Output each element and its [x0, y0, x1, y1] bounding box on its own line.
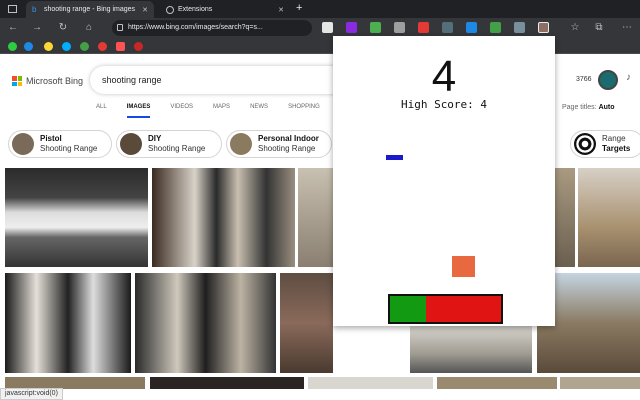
extension-icon[interactable] — [490, 22, 501, 33]
chip-line1: DIY — [148, 134, 162, 143]
bookmark-icon[interactable] — [62, 42, 71, 51]
image-result[interactable] — [135, 273, 276, 373]
image-result[interactable] — [150, 377, 304, 389]
high-score-display: High Score: 4 — [400, 98, 488, 111]
page-titles-label: Page titles: — [562, 104, 597, 111]
image-result[interactable] — [298, 168, 334, 267]
bookmark-icon[interactable] — [8, 42, 17, 51]
bookmark-icon[interactable] — [24, 42, 33, 51]
image-result[interactable] — [437, 377, 557, 389]
image-result[interactable] — [308, 377, 433, 389]
chip-line2: Targets — [602, 144, 631, 153]
nav-shopping[interactable]: SHOPPING — [288, 104, 320, 118]
extension-icon[interactable] — [514, 22, 525, 33]
related-search-chip[interactable]: Range Targets — [570, 130, 640, 158]
chip-line1: Range — [602, 134, 626, 143]
score-display: 4 — [431, 52, 457, 101]
health-bar-fill — [390, 296, 426, 322]
related-search-chip[interactable]: DIY Shooting Range — [116, 130, 222, 158]
notifications-icon[interactable]: ♪ — [626, 72, 631, 83]
extension-icon[interactable] — [322, 22, 333, 33]
page-titles-setting[interactable]: Page titles: Auto — [562, 104, 615, 111]
bookmark-icon[interactable] — [80, 42, 89, 51]
home-icon[interactable]: ⌂ — [82, 21, 96, 35]
search-nav: ALL IMAGES VIDEOS MAPS NEWS SHOPPING — [96, 104, 340, 118]
extension-icon[interactable] — [442, 22, 453, 33]
screen: b shooting range - Bing images ✕ Extensi… — [0, 0, 640, 400]
image-result[interactable] — [152, 168, 295, 267]
extension-icon[interactable] — [346, 22, 357, 33]
bookmark-icon[interactable] — [98, 42, 107, 51]
falling-block — [452, 256, 475, 277]
bookmark-icon[interactable] — [44, 42, 53, 51]
close-tab-icon[interactable]: ✕ — [278, 6, 284, 14]
target-thumbnail-icon — [574, 133, 596, 155]
chip-line1: Personal Indoor — [258, 134, 319, 143]
lock-icon — [117, 24, 123, 31]
nav-images[interactable]: IMAGES — [126, 104, 151, 118]
status-bar: javascript:void(0) — [0, 388, 63, 400]
image-result[interactable] — [555, 168, 575, 267]
image-result[interactable] — [578, 168, 640, 267]
tab-title: Extensions — [178, 6, 213, 13]
nav-news[interactable]: NEWS — [250, 104, 268, 118]
game-popup[interactable]: 4 High Score: 4 — [333, 36, 555, 326]
url-text: https://www.bing.com/images/search?q=s..… — [128, 24, 263, 31]
extension-icon[interactable] — [466, 22, 477, 33]
image-result[interactable] — [5, 168, 148, 267]
chip-thumbnail — [120, 133, 142, 155]
favorites-icon[interactable]: ☆ — [568, 21, 582, 35]
tab-extensions[interactable]: Extensions ✕ — [160, 1, 290, 18]
close-tab-icon[interactable]: ✕ — [142, 6, 148, 14]
nav-maps[interactable]: MAPS — [213, 104, 230, 118]
image-result[interactable] — [5, 273, 131, 373]
chip-line2: Shooting Range — [148, 144, 206, 153]
extension-icon[interactable] — [418, 22, 429, 33]
tab-actions-icon[interactable] — [8, 5, 17, 13]
image-result[interactable] — [410, 326, 532, 373]
menu-icon[interactable]: ⋯ — [620, 21, 634, 35]
new-tab-button[interactable]: + — [296, 2, 302, 14]
logo-text: Microsoft Bing — [26, 76, 84, 86]
tab-bing-images[interactable]: b shooting range - Bing images ✕ — [26, 1, 154, 18]
related-search-chip[interactable]: Personal Indoor Shooting Range — [226, 130, 332, 158]
nav-videos[interactable]: VIDEOS — [170, 104, 193, 118]
back-icon[interactable]: ← — [6, 21, 20, 35]
microsoft-logo-icon — [12, 76, 22, 86]
chip-thumbnail — [230, 133, 252, 155]
chip-line2: Shooting Range — [40, 144, 98, 153]
health-bar-empty — [425, 296, 501, 322]
forward-icon[interactable]: → — [30, 21, 44, 35]
game-extension-icon[interactable] — [538, 22, 549, 33]
tab-title: shooting range - Bing images — [44, 6, 136, 13]
chip-line1: Pistol — [40, 134, 62, 143]
bing-logo[interactable]: Microsoft Bing — [12, 76, 83, 86]
refresh-icon[interactable]: ↻ — [56, 21, 70, 35]
bookmark-icon[interactable] — [134, 42, 143, 51]
rewards-points[interactable]: 3766 — [576, 76, 592, 83]
extension-icon[interactable] — [370, 22, 381, 33]
chip-thumbnail — [12, 133, 34, 155]
image-result[interactable] — [560, 377, 640, 389]
avatar[interactable] — [598, 70, 618, 90]
chip-line2: Shooting Range — [258, 144, 316, 153]
tab-bar: b shooting range - Bing images ✕ Extensi… — [0, 0, 640, 18]
player-paddle — [386, 155, 403, 160]
image-result[interactable] — [280, 273, 333, 373]
nav-all[interactable]: ALL — [96, 104, 107, 118]
page-titles-value: Auto — [598, 104, 615, 111]
extensions-favicon-icon — [166, 5, 174, 14]
address-bar[interactable]: https://www.bing.com/images/search?q=s..… — [112, 20, 312, 36]
extension-icon[interactable] — [394, 22, 405, 33]
toolbar: ← → ↻ ⌂ https://www.bing.com/images/sear… — [0, 18, 640, 38]
collections-icon[interactable]: ⧉ — [592, 21, 606, 35]
related-search-chip[interactable]: Pistol Shooting Range — [8, 130, 112, 158]
bookmark-icon[interactable] — [116, 42, 125, 51]
health-bar — [388, 294, 503, 324]
bing-favicon-icon: b — [32, 4, 37, 14]
